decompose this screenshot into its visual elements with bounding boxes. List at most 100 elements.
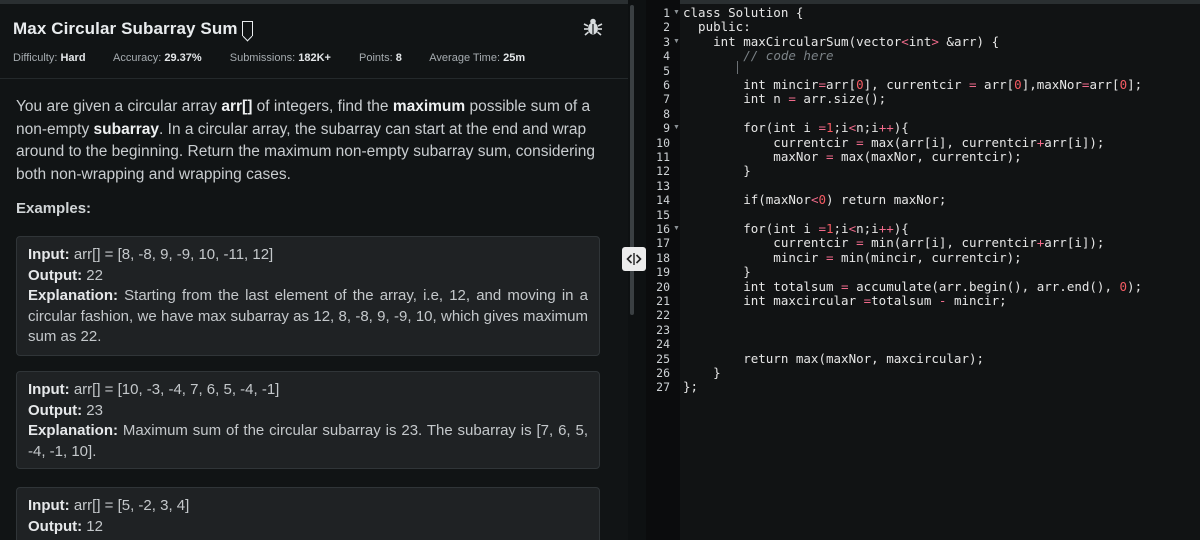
line-number: 12 [656,164,670,179]
code-editor[interactable]: 1 ▼ 2 3 ▼ 4 5 6 7 8 9 ▼ 10 11 12 13 14 15 16 ▼ 17 18 19 20 21 22 2… [646,0,1200,540]
problem-description: You are given a circular array arr[] of … [16,96,608,186]
line-number: 2 [663,20,670,35]
line-number-gutter: 1 ▼ 2 3 ▼ 4 5 6 7 8 9 ▼ 10 11 12 13 14 15 16 ▼ 17 18 19 20 21 22 2… [646,0,680,540]
code-line[interactable]: int n = arr.size(); [683,91,886,106]
problem-title: Max Circular Subarray Sum [13,19,253,39]
code-line[interactable]: // code here [683,48,833,63]
line-number: 13 [656,178,670,193]
code-line[interactable]: int maxcircular =totalsum - mincir; [683,293,1006,308]
code-line[interactable]: }; [683,379,698,394]
explanation-label: Explanation: [28,287,119,304]
line-number: 26 [656,366,670,380]
line-number: 3 [663,34,670,49]
code-line[interactable]: mincir = min(mincir, currentcir); [683,250,1021,265]
code-line[interactable]: for(int i =1;i<n;i++){ [683,221,909,236]
explanation-label: Explanation: [28,422,119,439]
code-line[interactable]: public: [683,19,751,34]
line-number: 7 [663,92,670,107]
problem-meta: Difficulty: Hard Accuracy: 29.37% Submis… [13,52,550,64]
output-label: Output: [28,517,83,535]
line-number: 23 [656,322,670,337]
accuracy: Accuracy: 29.37% [113,52,202,64]
line-number: 14 [656,193,670,208]
accuracy-label: Accuracy: [113,52,162,64]
line-number: 11 [656,150,670,164]
code-line[interactable]: if(maxNor<0) return maxNor; [683,192,946,207]
panel-top-border [0,0,628,4]
input-label: Input: [28,246,70,263]
fold-arrow-icon[interactable]: ▼ [673,121,680,135]
example-box: Input: arr[] = [8, -8, 9, -9, 10, -11, 1… [16,236,600,356]
code-line[interactable]: int mincir=arr[0], currentcir = arr[0],m… [683,77,1142,92]
example-explanation: Explanation: Starting from the last elem… [28,286,588,348]
output-value: 22 [82,266,103,284]
fold-arrow-icon[interactable]: ▼ [673,222,680,236]
code-line[interactable]: int maxCircularSum(vector<int> &arr) { [683,34,999,49]
example-output: Output: 12 [28,517,588,538]
difficulty: Difficulty: Hard [13,52,86,64]
description-bold: arr[] [221,98,253,115]
editor-top-border [646,0,1200,4]
line-number: 4 [663,49,670,64]
submissions: Submissions: 182K+ [230,52,331,64]
line-number: 1 [663,6,670,20]
points-label: Points: [359,52,393,64]
example-explanation: Explanation: Maximum sum of the circular… [28,421,588,462]
description-text: of integers, find the [252,98,393,115]
line-number: 9 [663,121,670,136]
fold-arrow-icon[interactable]: ▼ [673,35,680,49]
line-number: 21 [656,294,670,308]
line-number: 18 [656,250,670,265]
problem-panel: Max Circular Subarray Sum Difficulty: Ha… [0,0,628,540]
code-line[interactable] [683,64,743,78]
output-label: Output: [28,401,83,419]
average-time-label: Average Time: [429,52,501,64]
code-line[interactable]: } [683,264,751,279]
line-number: 24 [656,337,670,352]
input-value: arr[] = [8, -8, 9, -9, 10, -11, 12] [69,246,274,263]
output-label: Output: [28,266,83,284]
code-line[interactable]: currentcir = min(arr[i], currentcir+arr[… [683,235,1104,250]
difficulty-value: Hard [60,52,86,64]
line-number: 5 [663,63,670,78]
problem-title-text: Max Circular Subarray Sum [13,19,238,38]
code-line[interactable]: } [683,163,751,178]
code-line[interactable]: for(int i =1;i<n;i++){ [683,120,909,135]
points: Points: 8 [359,52,402,64]
example-input: Input: arr[] = [10, -3, -4, 7, 6, 5, -4,… [28,380,588,401]
line-number: 6 [663,78,670,92]
line-number: 22 [656,308,670,323]
bookmark-icon[interactable] [241,21,253,36]
input-label: Input: [28,381,70,398]
split-arrows-icon[interactable] [622,247,646,271]
line-number: 10 [656,135,670,150]
fold-arrow-icon[interactable]: ▼ [673,6,680,20]
average-time-value: 25m [503,52,526,64]
average-time: Average Time: 25m [429,52,525,64]
code-line[interactable]: int totalsum = accumulate(arr.begin(), a… [683,279,1142,294]
example-output: Output: 23 [28,401,588,422]
line-number: 25 [656,351,670,366]
input-value: arr[] = [10, -3, -4, 7, 6, 5, -4, -1] [69,381,280,398]
code-line[interactable]: maxNor = max(maxNor, currentcir); [683,149,1021,164]
code-line[interactable]: currentcir = max(arr[i], currentcir+arr[… [683,135,1104,150]
line-number: 19 [656,265,670,280]
output-value: 12 [82,517,103,535]
code-line[interactable]: class Solution { [683,5,803,20]
text-cursor [737,61,738,74]
line-number: 15 [656,207,670,222]
code-line[interactable]: return max(maxNor, maxcircular); [683,351,984,366]
description-bold: maximum [392,98,466,115]
output-value: 23 [82,401,103,419]
meta-divider [0,78,628,79]
submissions-label: Submissions: [229,52,296,64]
example-box: Input: arr[] = [5, -2, 3, 4] Output: 12 [16,487,600,540]
bug-icon[interactable] [583,17,603,37]
line-number: 16 [656,222,670,236]
code-line[interactable]: } [683,365,721,380]
line-number: 17 [656,236,670,251]
line-number: 8 [663,106,670,121]
description-text: You are given a circular array [16,98,222,115]
example-input: Input: arr[] = [8, -8, 9, -9, 10, -11, 1… [28,245,588,266]
input-value: arr[] = [5, -2, 3, 4] [69,497,190,514]
